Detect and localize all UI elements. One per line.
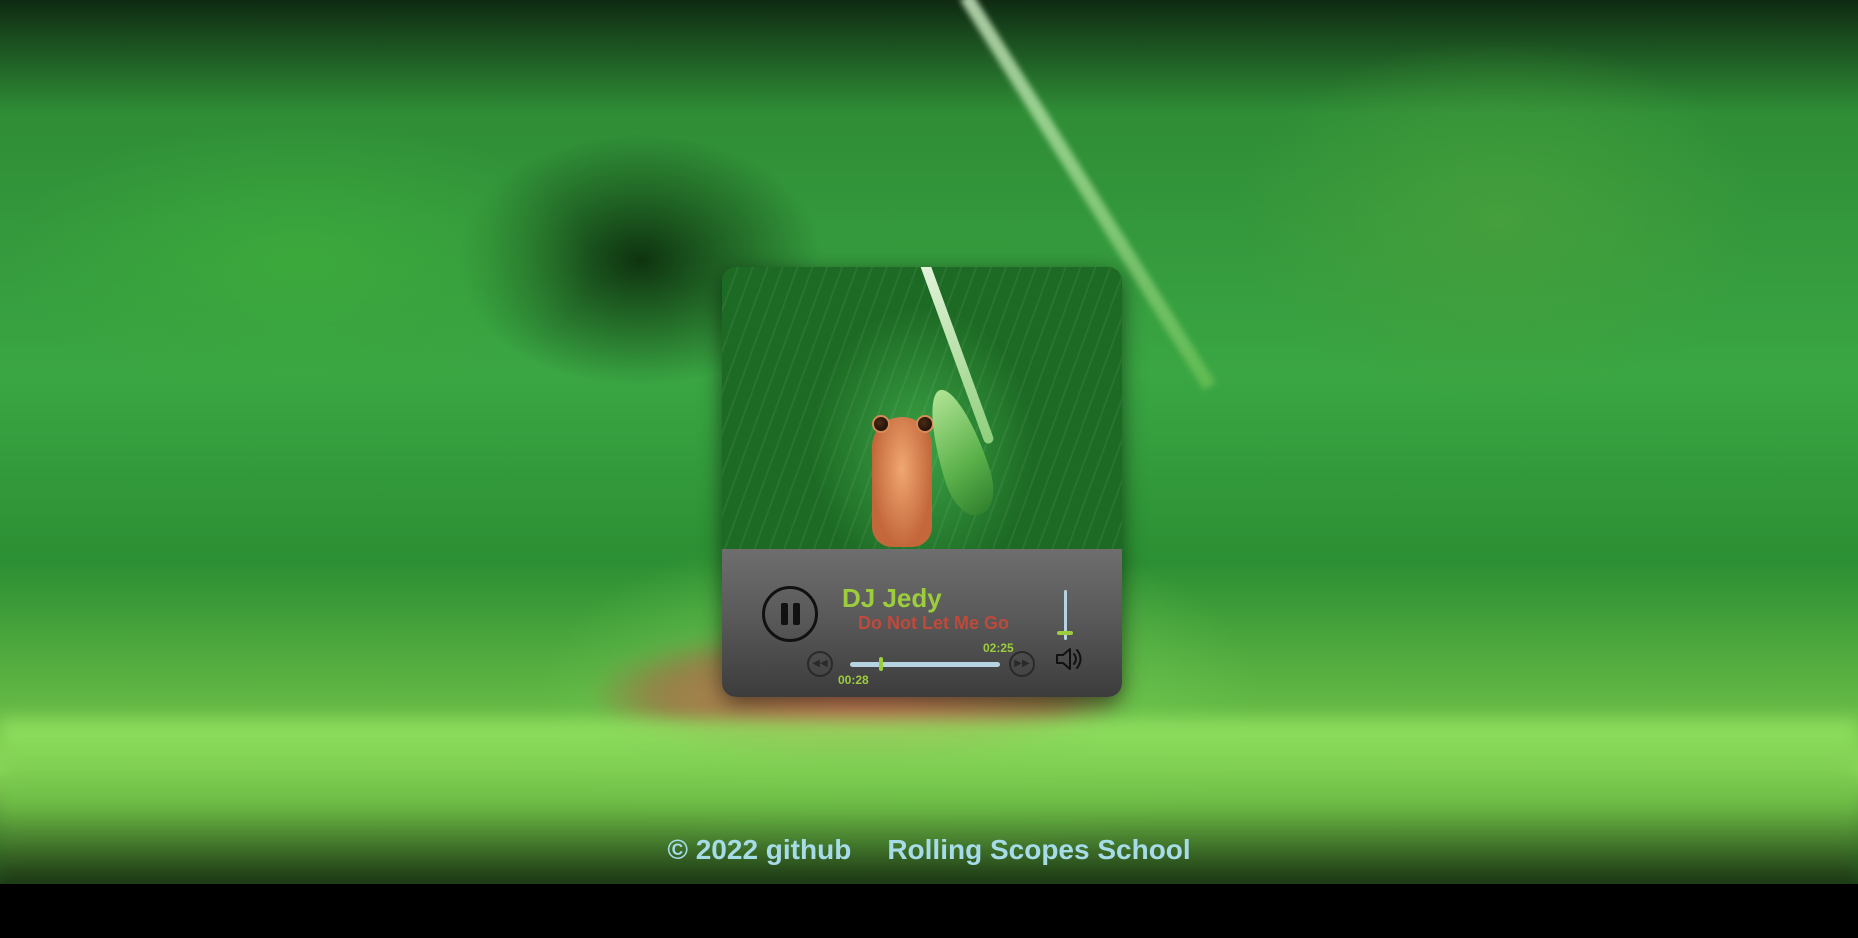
duration-time: 02:25 [983, 641, 1014, 655]
player-controls: DJ Jedy Do Not Let Me Go 02:25 ◀◀ ▶▶ 00:… [722, 549, 1122, 697]
play-pause-button[interactable] [762, 586, 818, 642]
track-title: Do Not Let Me Go [858, 613, 1009, 633]
background-bottom-strip [0, 884, 1858, 938]
album-cover [722, 267, 1122, 549]
artist-name: DJ Jedy [842, 583, 942, 613]
cover-frog [872, 417, 932, 547]
volume-thumb[interactable] [1057, 631, 1073, 635]
cover-frog-eye [872, 415, 890, 433]
fast-forward-icon: ▶▶ [1014, 658, 1030, 669]
school-link[interactable]: Rolling Scopes School [887, 834, 1190, 866]
progress-thumb[interactable] [878, 657, 883, 671]
audio-player: DJ Jedy Do Not Let Me Go 02:25 ◀◀ ▶▶ 00:… [722, 267, 1122, 697]
rewind-icon: ◀◀ [812, 658, 828, 669]
footer: © 2022 github Rolling Scopes School [0, 834, 1858, 866]
speaker-icon[interactable] [1054, 645, 1084, 673]
progress-bar[interactable] [850, 657, 1000, 671]
current-time: 00:28 [838, 673, 869, 687]
copyright-link[interactable]: © 2022 github [667, 834, 851, 866]
next-track-button[interactable]: ▶▶ [1009, 651, 1035, 677]
previous-track-button[interactable]: ◀◀ [807, 651, 833, 677]
